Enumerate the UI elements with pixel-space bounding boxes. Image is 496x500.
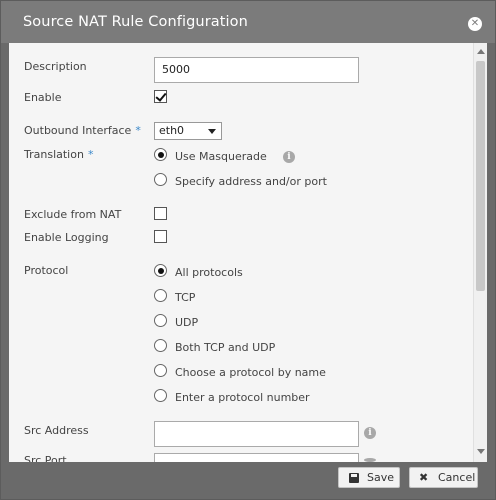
translation-option-label: Specify address and/or port: [175, 175, 327, 188]
save-button[interactable]: Save: [338, 467, 400, 488]
protocol-label: Protocol: [24, 264, 69, 277]
protocol-option-label: Choose a protocol by name: [175, 366, 326, 379]
scroll-down-icon[interactable]: [477, 449, 485, 454]
translation-text: Translation: [24, 148, 84, 161]
nat-rule-dialog: Source NAT Rule Configuration ✕ Descript…: [0, 0, 496, 500]
required-mark: *: [135, 124, 141, 137]
description-input[interactable]: 5000: [154, 57, 359, 83]
enable-label: Enable: [24, 91, 62, 104]
dialog-footer: Save ✖ Cancel: [9, 462, 487, 493]
cancel-button-label: Cancel: [438, 471, 476, 484]
protocol-all-radio[interactable]: [154, 264, 167, 277]
src-address-label: Src Address: [24, 424, 89, 437]
dialog-title: Source NAT Rule Configuration: [23, 14, 248, 30]
protocol-by-name-radio[interactable]: [154, 364, 167, 377]
enable-checkbox[interactable]: [154, 90, 167, 103]
enable-logging-label: Enable Logging: [24, 231, 109, 244]
required-mark: *: [87, 148, 94, 161]
close-icon[interactable]: ✕: [468, 17, 482, 31]
exclude-from-nat-label: Exclude from NAT: [24, 208, 122, 221]
translation-label: Translation *: [24, 148, 93, 161]
src-address-input[interactable]: [154, 421, 359, 447]
dialog-titlebar[interactable]: Source NAT Rule Configuration ✕: [1, 1, 495, 43]
protocol-udp-radio[interactable]: [154, 314, 167, 327]
protocol-option-label: TCP: [175, 291, 196, 304]
description-label: Description: [24, 60, 87, 73]
scrollbar[interactable]: [473, 43, 487, 462]
save-button-label: Save: [367, 471, 395, 484]
protocol-by-number-radio[interactable]: [154, 389, 167, 402]
outbound-interface-value: eth0: [159, 124, 185, 137]
protocol-tcp-radio[interactable]: [154, 289, 167, 302]
chevron-down-icon: [208, 129, 216, 134]
scroll-up-icon[interactable]: [477, 49, 485, 54]
src-port-input[interactable]: [154, 453, 359, 462]
info-icon[interactable]: i: [283, 151, 295, 163]
info-icon[interactable]: i: [364, 427, 376, 439]
outbound-interface-text: Outbound Interface: [24, 124, 132, 137]
src-port-label: Src Port: [24, 454, 67, 462]
protocol-option-label: Both TCP and UDP: [175, 341, 276, 354]
protocol-option-label: UDP: [175, 316, 199, 329]
close-icon: ✖: [419, 471, 429, 484]
protocol-both-radio[interactable]: [154, 339, 167, 352]
exclude-from-nat-checkbox[interactable]: [154, 207, 167, 220]
translation-option-label: Use Masquerade: [175, 150, 267, 163]
cancel-button[interactable]: ✖ Cancel: [409, 467, 478, 488]
protocol-option-label: All protocols: [175, 266, 243, 279]
translation-specify-radio[interactable]: [154, 173, 167, 186]
save-icon: [349, 473, 359, 483]
scroll-thumb[interactable]: [476, 61, 485, 291]
translation-masquerade-radio[interactable]: [154, 148, 167, 161]
outbound-interface-label: Outbound Interface *: [24, 124, 141, 137]
outbound-interface-select[interactable]: eth0: [154, 122, 222, 140]
protocol-option-label: Enter a protocol number: [175, 391, 310, 404]
enable-logging-checkbox[interactable]: [154, 230, 167, 243]
